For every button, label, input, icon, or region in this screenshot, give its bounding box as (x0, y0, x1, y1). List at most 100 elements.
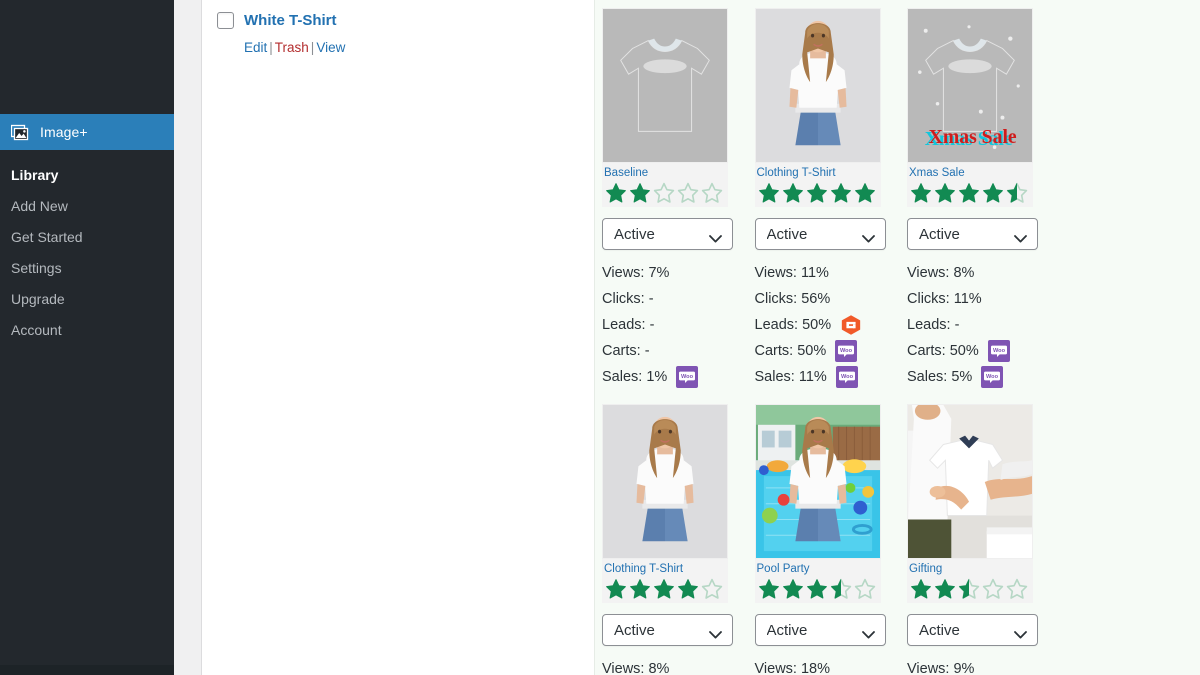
woocommerce-badge-icon: Woo (981, 366, 1004, 388)
variant-name[interactable]: Baseline (604, 166, 726, 180)
variant-rating-stars[interactable] (909, 577, 1031, 601)
variant-status-select-wrap: ActivePausedArchived (907, 218, 1038, 250)
trash-link[interactable]: Trash (275, 40, 309, 55)
metric-leads-value: - (649, 317, 655, 333)
star-full (758, 183, 779, 203)
variant-label-band: Clothing T-Shirt (602, 559, 728, 603)
variant-status-select[interactable]: ActivePausedArchived (907, 218, 1038, 250)
variant-metrics: Views: 8% Clicks: 11% Leads: 50% Carts: … (602, 656, 740, 675)
view-link[interactable]: View (316, 40, 345, 55)
metric-views-value: 9% (953, 661, 975, 675)
admin-sidebar: Image+ Library Add New Get Started Setti… (0, 0, 182, 675)
content-area: White T-Shirt Edit | Trash | View Baseline (174, 0, 1200, 675)
edit-link[interactable]: Edit (244, 40, 267, 55)
variant-name[interactable]: Xmas Sale (909, 166, 1031, 180)
star-full (606, 579, 626, 599)
media-library-row: White T-Shirt Edit | Trash | View Baseline (203, 0, 1200, 675)
metric-clicks: Clicks: - (602, 286, 740, 312)
metric-sales: Sales: 5% Woo (907, 364, 1045, 390)
variant-thumbnail[interactable] (754, 8, 881, 163)
star-full (630, 183, 650, 203)
variant-name[interactable]: Pool Party (757, 562, 879, 576)
sidebar-item-library[interactable]: Library (0, 160, 174, 191)
sidebar-item-upgrade[interactable]: Upgrade (0, 284, 174, 315)
variant-thumbnail[interactable] (602, 8, 728, 163)
variant-thumbnail[interactable] (602, 404, 728, 559)
star-half (1006, 182, 1028, 203)
svg-text:Woo: Woo (993, 348, 1006, 354)
row-title-cell: White T-Shirt Edit | Trash | View (203, 0, 594, 675)
row-select-checkbox[interactable] (217, 12, 234, 29)
metric-carts-label: Carts: (907, 343, 946, 359)
metric-views: Views: 8% (602, 656, 740, 675)
variant-name[interactable]: Clothing T-Shirt (604, 562, 726, 576)
metric-views-label: Views: (907, 265, 950, 281)
variant-thumbnail[interactable]: Xmas Sale Xmas Sale (907, 8, 1033, 163)
variant-status-select[interactable]: ActivePausedArchived (602, 218, 733, 250)
metric-views-label: Views: (602, 661, 645, 675)
variant-label-band: Baseline (602, 163, 728, 207)
variant-name[interactable]: Gifting (909, 562, 1031, 576)
variant-thumbnail[interactable] (907, 404, 1033, 559)
metric-carts-label: Carts: (754, 343, 794, 359)
variant-metrics: Views: 11% Clicks: 56% Leads: 50% Carts:… (755, 260, 893, 390)
variant-rating-stars[interactable] (909, 181, 1031, 205)
sidebar-item-get-started[interactable]: Get Started (0, 222, 174, 253)
sidebar-bottom-strip (0, 665, 174, 675)
metric-leads-label: Leads: (602, 317, 646, 333)
star-full (935, 183, 955, 203)
metric-carts-value: 50% (949, 343, 979, 359)
star-full (806, 579, 827, 599)
star-full (606, 183, 626, 203)
metric-views: Views: 8% (907, 260, 1045, 286)
star-full (678, 579, 698, 599)
metric-views: Views: 7% (602, 260, 740, 286)
metric-views-value: 7% (648, 265, 670, 281)
variant-label-band: Pool Party (754, 559, 881, 603)
metric-leads: Leads: 50% (755, 312, 893, 338)
star-empty (653, 182, 675, 203)
star-full (854, 183, 875, 203)
sidebar-item-account[interactable]: Account (0, 315, 174, 346)
variant-status-select[interactable]: ActivePausedArchived (754, 218, 886, 250)
star-empty (677, 182, 699, 203)
star-empty (1006, 578, 1028, 599)
svg-text:Xmas Sale: Xmas Sale (929, 126, 1017, 148)
metric-sales: Sales: 11% Woo (755, 364, 893, 390)
action-separator-1: | (269, 40, 273, 55)
star-empty (982, 578, 1004, 599)
metric-sales-label: Sales: (602, 369, 643, 385)
variant-status-select[interactable]: ActivePausedArchived (754, 614, 886, 646)
metric-views: Views: 11% (755, 260, 893, 286)
variant-card: Xmas Sale Xmas Sale Xmas Sale ActivePaus… (900, 8, 1053, 390)
woocommerce-badge-icon: Woo (835, 340, 858, 362)
sidebar-item-settings[interactable]: Settings (0, 253, 174, 284)
star-half (830, 578, 851, 599)
metric-sales-value: 5% (951, 369, 973, 385)
sidebar-brand-imageplus[interactable]: Image+ (0, 114, 182, 150)
variant-status-select[interactable]: ActivePausedArchived (602, 614, 733, 646)
star-full (630, 579, 650, 599)
star-full (758, 579, 779, 599)
variant-thumbnail[interactable] (754, 404, 881, 559)
metric-clicks-value: - (648, 291, 654, 307)
variant-rating-stars[interactable] (757, 181, 879, 205)
variant-status-select[interactable]: ActivePausedArchived (907, 614, 1038, 646)
star-full (911, 579, 931, 599)
metric-carts-value: 50% (797, 343, 827, 359)
sidebar-item-add-new[interactable]: Add New (0, 191, 174, 222)
metric-leads: Leads: - (907, 312, 1045, 338)
metric-carts: Carts: 50% Woo (755, 338, 893, 364)
page-title[interactable]: White T-Shirt (244, 10, 345, 31)
metric-leads-label: Leads: (754, 317, 799, 333)
variant-card: Baseline ActivePausedArchived Views: 7% … (595, 8, 748, 390)
variant-rating-stars[interactable] (604, 181, 726, 205)
app-root: Image+ Library Add New Get Started Setti… (0, 0, 1200, 675)
variant-name[interactable]: Clothing T-Shirt (757, 166, 879, 180)
metric-carts-label: Carts: (602, 343, 641, 359)
star-full (911, 183, 931, 203)
variant-rating-stars[interactable] (757, 577, 879, 601)
metric-clicks-value: 56% (801, 291, 831, 307)
variant-rating-stars[interactable] (604, 577, 726, 601)
star-full (983, 183, 1003, 203)
